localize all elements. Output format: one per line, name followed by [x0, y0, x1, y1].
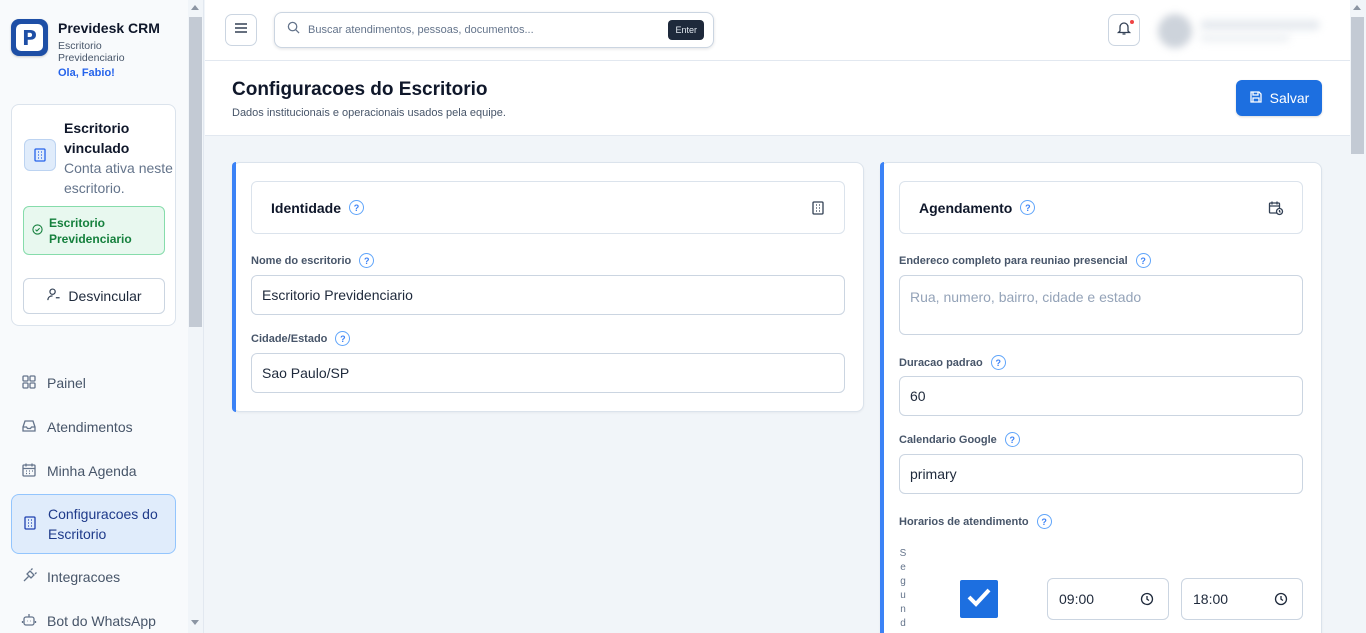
search-icon	[287, 21, 300, 39]
brand-logo: P	[11, 19, 48, 56]
main-scrollbar[interactable]	[1350, 0, 1366, 633]
notifications-button[interactable]	[1108, 14, 1140, 46]
office-badge: Escritorio Previdenciario	[23, 206, 165, 255]
nav-item-label: Painel	[47, 375, 86, 391]
scheduling-section-header: Agendamento ?	[899, 181, 1303, 234]
unlink-button[interactable]: Desvincular	[23, 278, 165, 314]
nav-item-integracoes[interactable]: Integracoes	[11, 555, 176, 599]
inbox-icon	[21, 418, 37, 437]
sidebar-nav: Painel Atendimentos Minha Agenda Configu…	[11, 361, 176, 633]
page-header: Configuracoes do Escritorio Dados instit…	[205, 61, 1350, 136]
scrollbar-thumb[interactable]	[189, 17, 202, 327]
brand-subtitle: Escritorio Previdenciario	[58, 40, 125, 64]
sidebar: P Previdesk CRM Escritorio Previdenciari…	[0, 0, 204, 633]
help-icon[interactable]: ?	[990, 355, 1006, 370]
hamburger-icon	[233, 20, 249, 41]
duration-label: Duracao padrao ?	[899, 355, 1006, 370]
building-icon	[810, 200, 826, 221]
topbar: Enter	[205, 0, 1350, 61]
brand-name: Previdesk CRM	[58, 20, 160, 36]
city-field[interactable]: Sao Paulo/SP	[251, 353, 845, 393]
office-name-field[interactable]: Escritorio Previdenciario	[251, 275, 845, 315]
help-icon[interactable]: ?	[1004, 432, 1020, 447]
nav-item-label: Minha Agenda	[47, 463, 137, 479]
user-menu[interactable]	[1150, 10, 1350, 52]
nav-item-label: Integracoes	[47, 569, 121, 585]
duration-field[interactable]: 60	[899, 376, 1303, 416]
office-badge-label: Escritorio Previdenciario	[49, 215, 132, 246]
bot-icon	[21, 612, 37, 631]
nav-item-minha-agenda[interactable]: Minha Agenda	[11, 449, 176, 493]
avatar	[1158, 14, 1192, 48]
end-time-input[interactable]: 18:00	[1181, 578, 1303, 620]
scheduling-title: Agendamento	[919, 199, 1013, 216]
building-icon	[24, 139, 56, 171]
save-button-label: Salvar	[1269, 90, 1310, 106]
grid-icon	[21, 374, 37, 393]
help-icon[interactable]: ?	[359, 253, 375, 268]
page-title: Configuracoes do Escritorio	[232, 79, 488, 100]
help-icon[interactable]: ?	[1020, 200, 1036, 215]
day-label: Segund	[899, 548, 907, 629]
nav-item-atendimentos[interactable]: Atendimentos	[11, 405, 176, 449]
scroll-up-arrow[interactable]	[1353, 5, 1361, 10]
address-label: Endereco completo para reuniao presencia…	[899, 253, 1151, 268]
clock-icon[interactable]	[1274, 592, 1288, 609]
user-minus-icon	[46, 287, 61, 305]
greeting: Ola, Fabio!	[58, 67, 115, 79]
scheduling-card: Agendamento ? Endereco completo para reu…	[880, 162, 1322, 633]
enter-key-hint: Enter	[668, 20, 704, 40]
brand: P Previdesk CRM Escritorio Previdenciari…	[11, 19, 160, 79]
clock-icon[interactable]	[1140, 592, 1154, 609]
brand-logo-letter: P	[16, 24, 43, 51]
day-enabled-checkbox[interactable]	[960, 580, 998, 618]
sidebar-scrollbar[interactable]	[188, 0, 203, 633]
identity-card: Identidade ? Nome do escritorio ? Escrit…	[232, 162, 864, 412]
scroll-up-arrow[interactable]	[191, 5, 199, 10]
office-card-title: Escritorio vinculado	[64, 120, 130, 156]
scroll-down-arrow[interactable]	[191, 620, 199, 625]
global-search: Enter	[274, 12, 714, 48]
nav-item-label: Configuracoes do Escritorio	[48, 506, 158, 542]
unlink-button-label: Desvincular	[68, 288, 142, 304]
building-icon	[22, 515, 38, 534]
office-card: Escritorio vinculado Conta ativa neste e…	[11, 104, 176, 326]
help-icon[interactable]: ?	[349, 200, 365, 215]
nav-item-label: Atendimentos	[47, 419, 133, 435]
help-icon[interactable]: ?	[335, 331, 351, 346]
nav-item-painel[interactable]: Painel	[11, 361, 176, 405]
identity-title: Identidade	[271, 199, 342, 216]
page-subtitle: Dados institucionais e operacionais usad…	[232, 107, 506, 119]
calendar-field[interactable]: primary	[899, 454, 1303, 494]
menu-toggle-button[interactable]	[225, 14, 257, 46]
help-icon[interactable]: ?	[1036, 514, 1052, 529]
scrollbar-thumb[interactable]	[1351, 17, 1364, 154]
nav-item-configuracoes[interactable]: Configuracoes do Escritorio	[11, 494, 176, 554]
plug-icon	[21, 567, 37, 587]
help-icon[interactable]: ?	[1135, 253, 1151, 268]
save-button[interactable]: Salvar	[1236, 80, 1322, 116]
check-icon	[966, 586, 992, 613]
nav-item-label: Bot do WhatsApp	[47, 613, 156, 629]
office-card-subtitle: Conta ativa neste escritorio.	[64, 160, 173, 196]
save-icon	[1249, 90, 1263, 107]
address-textarea[interactable]: Rua, numero, bairro, cidade e estado	[899, 275, 1303, 335]
city-label: Cidade/Estado ?	[251, 331, 351, 346]
nav-item-bot-whatsapp[interactable]: Bot do WhatsApp	[11, 599, 176, 633]
check-circle-icon	[32, 222, 43, 240]
search-input[interactable]	[308, 24, 658, 36]
start-time-input[interactable]: 09:00	[1047, 578, 1169, 620]
hours-label: Horarios de atendimento ?	[899, 514, 1052, 529]
calendar-label: Calendario Google ?	[899, 432, 1020, 447]
office-name-label: Nome do escritorio ?	[251, 253, 375, 268]
calendar-icon	[21, 462, 37, 481]
notification-dot	[1129, 19, 1135, 25]
identity-section-header: Identidade ?	[251, 181, 845, 234]
calendar-clock-icon	[1268, 200, 1284, 221]
